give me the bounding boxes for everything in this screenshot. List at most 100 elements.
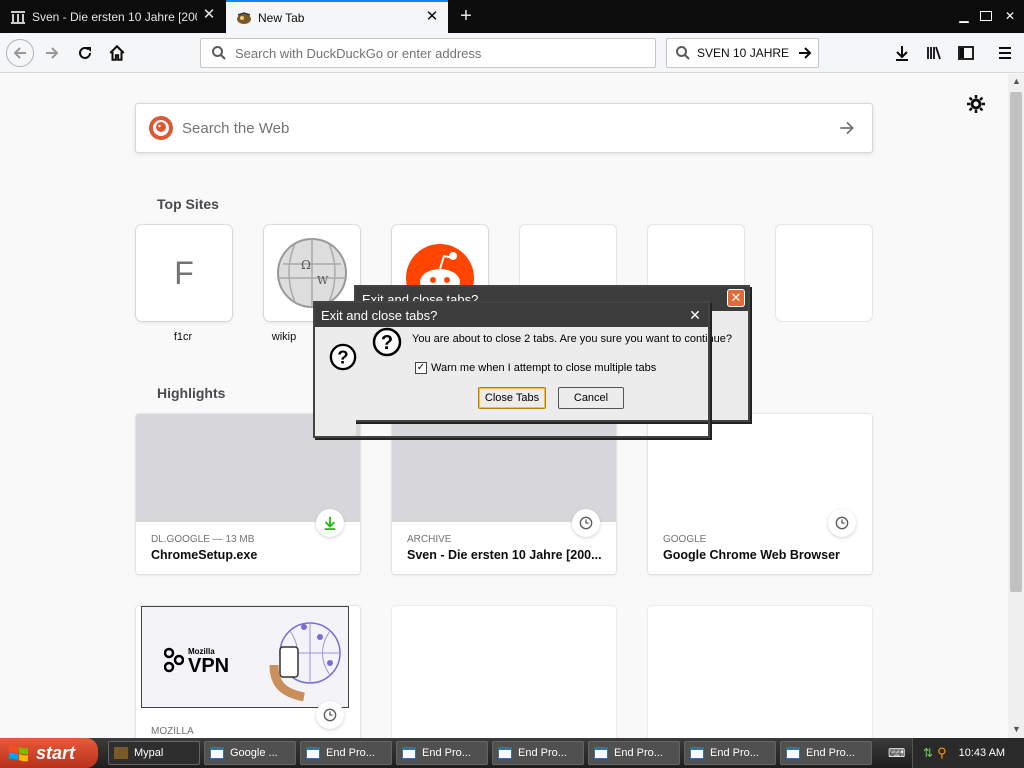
system-tray: ⇅ ⚲ 10:43 AM — [912, 738, 1024, 768]
card-thumbnail: Mozilla VPN — [141, 606, 349, 708]
close-window-icon[interactable]: ✕ — [1002, 8, 1018, 24]
search-icon — [676, 46, 690, 60]
svg-text:Ω: Ω — [301, 258, 311, 272]
tab-new-tab[interactable]: New Tab ✕ — [226, 0, 448, 33]
highlights-title: Highlights — [157, 385, 226, 401]
card-source: ARCHIVE — [407, 534, 452, 545]
svg-text:?: ? — [337, 347, 348, 368]
highlight-card[interactable]: ARCHIVE Sven - Die ersten 10 Jahre [200.… — [392, 414, 616, 574]
new-tab-button[interactable]: + — [456, 6, 476, 26]
home-icon — [109, 44, 125, 61]
question-icon: ? — [329, 343, 357, 371]
menu-button[interactable] — [991, 39, 1019, 67]
window-icon — [402, 747, 416, 759]
window-icon — [594, 747, 608, 759]
duckduckgo-icon — [149, 116, 173, 140]
taskbar-item-end-program[interactable]: End Pro... — [780, 741, 872, 765]
tab-sven[interactable]: Sven - Die ersten 10 Jahre [2008] ✕ — [0, 0, 225, 33]
clock-icon — [316, 701, 344, 729]
window-icon — [210, 747, 224, 759]
clock: 10:43 AM — [958, 747, 1006, 759]
card-source: GOOGLE — [663, 534, 707, 545]
window-icon — [306, 747, 320, 759]
keyboard-icon[interactable]: ⌨ — [888, 746, 905, 760]
taskbar-item-end-program[interactable]: End Pro... — [300, 741, 392, 765]
close-icon[interactable]: ✕ — [686, 306, 704, 324]
go-arrow-icon[interactable] — [797, 45, 813, 61]
search-icon — [212, 46, 226, 60]
restore-icon[interactable] — [980, 11, 992, 21]
top-site-f1cr[interactable]: F — [136, 225, 232, 321]
minimize-icon[interactable]: ▁ — [956, 8, 972, 24]
scroll-up-icon[interactable]: ▲ — [1012, 76, 1021, 86]
window-icon — [690, 747, 704, 759]
highlight-card-empty — [648, 606, 872, 738]
web-search-box[interactable]: Search the Web — [135, 103, 873, 153]
close-icon[interactable]: ✕ — [727, 289, 745, 307]
network-icon[interactable]: ⇅ — [923, 746, 933, 760]
window-icon — [786, 747, 800, 759]
download-icon — [316, 509, 344, 537]
scrollbar-thumb[interactable] — [1010, 92, 1022, 592]
tab-title: New Tab — [258, 10, 305, 25]
mypal-icon — [114, 747, 128, 759]
vpn-illustration-icon — [269, 622, 341, 702]
card-title: ChromeSetup.exe — [151, 548, 258, 562]
taskbar-item-end-program[interactable]: End Pro... — [396, 741, 488, 765]
card-title: Google Chrome Web Browser — [663, 548, 840, 562]
search-bar[interactable]: SVEN 10 JAHRE — [666, 38, 819, 68]
dialog-title: Exit and close tabs? — [315, 303, 708, 327]
taskbar: start Mypal Google ... End Pro... End Pr… — [0, 738, 1024, 768]
hamburger-menu-icon — [999, 47, 1011, 59]
site-letter: F — [174, 254, 194, 291]
vpn-product: VPN — [188, 655, 230, 677]
highlight-card[interactable]: DL.GOOGLE — 13 MB ChromeSetup.exe — [136, 414, 360, 574]
reload-button[interactable] — [71, 39, 99, 67]
search-tray-icon[interactable]: ⚲ — [937, 745, 947, 761]
card-title: Sven - Die ersten 10 Jahre [200... — [407, 548, 602, 562]
top-site-empty[interactable] — [776, 225, 872, 321]
scroll-down-icon[interactable]: ▼ — [1012, 724, 1021, 734]
mypal-icon — [237, 11, 251, 24]
downloads-button[interactable] — [888, 39, 916, 67]
url-bar[interactable] — [200, 38, 656, 68]
highlight-card-empty — [392, 606, 616, 738]
start-label: start — [36, 742, 76, 763]
taskbar-item-end-program[interactable]: End Pro... — [684, 741, 776, 765]
sidebar-icon — [958, 46, 974, 60]
svg-text:W: W — [317, 274, 329, 287]
arrow-left-icon — [13, 47, 26, 59]
search-bar-value: SVEN 10 JAHRE — [697, 46, 790, 60]
scrollbar[interactable]: ▲ ▼ — [1008, 74, 1024, 738]
url-input[interactable] — [235, 45, 635, 61]
taskbar-item-end-program[interactable]: End Pro... — [492, 741, 584, 765]
library-icon — [927, 46, 941, 60]
window-icon — [498, 747, 512, 759]
highlight-card[interactable]: GOOGLE Google Chrome Web Browser — [648, 414, 872, 574]
top-site-label: f1cr — [173, 331, 193, 343]
sidebar-button[interactable] — [952, 39, 980, 67]
vpn-logo-icon — [164, 647, 184, 673]
taskbar-item-google[interactable]: Google ... — [204, 741, 296, 765]
top-sites-title: Top Sites — [157, 196, 219, 212]
taskbar-item-mypal[interactable]: Mypal — [108, 741, 200, 765]
tab-bar: Sven - Die ersten 10 Jahre [2008] ✕ New … — [0, 0, 1024, 33]
home-button[interactable] — [103, 39, 131, 67]
exit-close-tabs-dialog: Exit and close tabs? ✕ ? — [313, 301, 710, 438]
close-tab-icon[interactable]: ✕ — [201, 7, 217, 23]
close-tab-icon[interactable]: ✕ — [424, 9, 440, 25]
wikipedia-globe-icon: Ω W — [277, 238, 347, 308]
clock-icon — [828, 509, 856, 537]
web-search-placeholder: Search the Web — [182, 119, 290, 137]
start-button[interactable]: start — [0, 738, 98, 768]
clock-icon — [572, 509, 600, 537]
highlight-card[interactable]: Mozilla VPN MOZILLA — [136, 606, 360, 738]
search-arrow-icon[interactable] — [838, 119, 856, 137]
forward-button[interactable] — [38, 39, 66, 67]
gear-icon[interactable] — [967, 95, 985, 113]
download-icon — [896, 46, 908, 61]
card-source: DL.GOOGLE — 13 MB — [151, 534, 255, 545]
back-button[interactable] — [6, 39, 34, 67]
library-button[interactable] — [920, 39, 948, 67]
taskbar-item-end-program[interactable]: End Pro... — [588, 741, 680, 765]
